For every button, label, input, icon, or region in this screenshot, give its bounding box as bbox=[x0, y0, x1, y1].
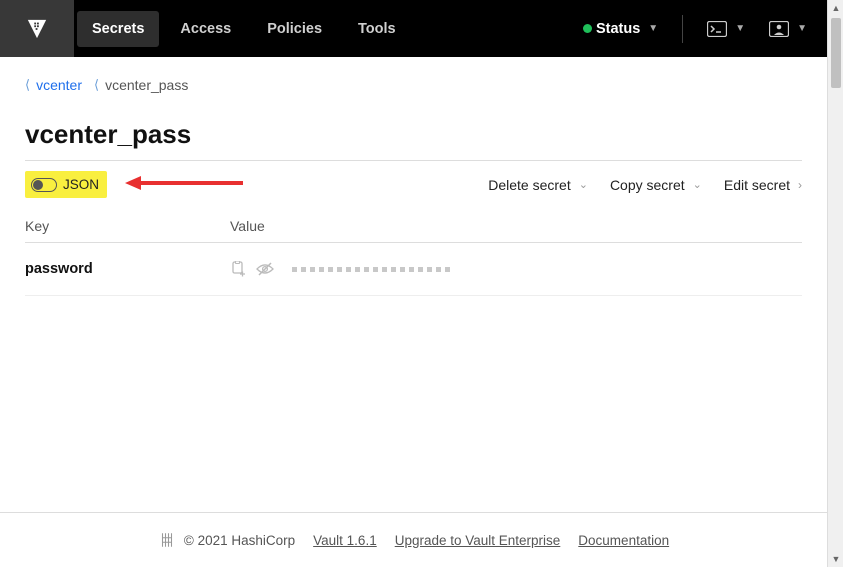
main-content: ⟨ vcenter ⟨ vcenter_pass vcenter_pass JS… bbox=[0, 57, 827, 296]
secret-toolbar: JSON Delete secret ⌄ Copy secret ⌄ Edit … bbox=[25, 160, 802, 208]
json-toggle[interactable]: JSON bbox=[25, 171, 107, 198]
edit-label: Edit secret bbox=[724, 177, 790, 193]
status-menu[interactable]: Status ▼ bbox=[579, 17, 662, 41]
status-dot-icon bbox=[583, 24, 592, 33]
footer-docs-link[interactable]: Documentation bbox=[578, 533, 669, 548]
nav-access[interactable]: Access bbox=[165, 11, 246, 47]
row-key: password bbox=[25, 261, 230, 277]
delete-secret-button[interactable]: Delete secret ⌄ bbox=[488, 177, 588, 193]
chevron-left-icon: ⟨ bbox=[94, 77, 99, 93]
copy-icon[interactable] bbox=[230, 261, 246, 277]
vault-logo-icon bbox=[26, 18, 48, 40]
nav-tools[interactable]: Tools bbox=[343, 11, 411, 47]
scroll-down-icon[interactable]: ▼ bbox=[828, 551, 843, 567]
table-row: password bbox=[25, 243, 802, 296]
breadcrumb: ⟨ vcenter ⟨ vcenter_pass bbox=[25, 57, 802, 113]
chevron-down-icon: ▼ bbox=[797, 23, 807, 34]
json-toggle-label: JSON bbox=[63, 177, 99, 192]
vault-logo[interactable] bbox=[0, 0, 74, 57]
breadcrumb-current: vcenter_pass bbox=[105, 77, 188, 93]
breadcrumb-parent[interactable]: vcenter bbox=[36, 77, 82, 93]
footer-copyright: © 2021 HashiCorp bbox=[158, 531, 295, 549]
hashicorp-icon bbox=[158, 531, 176, 549]
chevron-down-icon: ▼ bbox=[648, 23, 658, 34]
masked-value bbox=[292, 267, 450, 272]
toggle-icon bbox=[31, 178, 57, 192]
copy-secret-button[interactable]: Copy secret ⌄ bbox=[610, 177, 702, 193]
user-icon bbox=[769, 21, 789, 37]
chevron-down-icon: ▼ bbox=[735, 23, 745, 34]
scrollbar-thumb[interactable] bbox=[831, 18, 841, 88]
top-header: Secrets Access Policies Tools Status ▼ ▼ bbox=[0, 0, 827, 57]
footer-upgrade-link[interactable]: Upgrade to Vault Enterprise bbox=[395, 533, 561, 548]
page-title: vcenter_pass bbox=[25, 119, 802, 150]
annotation-arrow-icon bbox=[125, 173, 245, 193]
header-right: Status ▼ ▼ ▼ bbox=[579, 15, 827, 43]
actions: Delete secret ⌄ Copy secret ⌄ Edit secre… bbox=[488, 177, 802, 193]
divider bbox=[682, 15, 683, 43]
col-key: Key bbox=[25, 218, 230, 234]
edit-secret-button[interactable]: Edit secret › bbox=[724, 177, 802, 193]
row-value-cell bbox=[230, 261, 450, 277]
chevron-left-icon: ⟨ bbox=[25, 77, 30, 93]
status-label: Status bbox=[596, 21, 640, 37]
eye-off-icon[interactable] bbox=[256, 262, 274, 276]
user-menu[interactable]: ▼ bbox=[765, 17, 811, 41]
delete-label: Delete secret bbox=[488, 177, 570, 193]
main-nav: Secrets Access Policies Tools bbox=[74, 0, 414, 57]
copy-label: Copy secret bbox=[610, 177, 685, 193]
chevron-down-icon: ⌄ bbox=[579, 178, 588, 191]
footer: © 2021 HashiCorp Vault 1.6.1 Upgrade to … bbox=[0, 512, 827, 567]
col-value: Value bbox=[230, 218, 265, 234]
footer-version-link[interactable]: Vault 1.6.1 bbox=[313, 533, 377, 548]
kv-table-header: Key Value bbox=[25, 208, 802, 243]
chevron-down-icon: ⌄ bbox=[693, 178, 702, 191]
terminal-icon bbox=[707, 21, 727, 37]
nav-policies[interactable]: Policies bbox=[252, 11, 337, 47]
console-menu[interactable]: ▼ bbox=[703, 17, 749, 41]
scrollbar[interactable]: ▲ ▼ bbox=[827, 0, 843, 567]
chevron-right-icon: › bbox=[798, 178, 802, 192]
nav-secrets[interactable]: Secrets bbox=[77, 11, 159, 47]
copyright-text: © 2021 HashiCorp bbox=[184, 533, 295, 548]
scroll-up-icon[interactable]: ▲ bbox=[828, 0, 843, 16]
